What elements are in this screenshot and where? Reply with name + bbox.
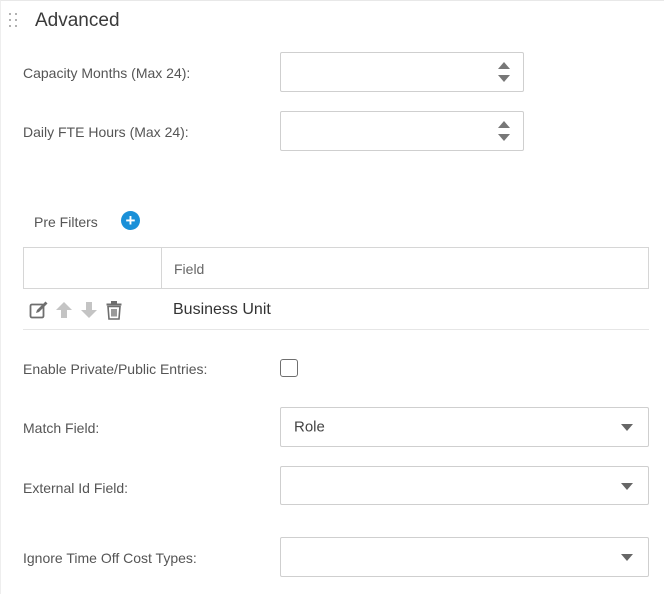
match-field-select[interactable]: Role: [280, 407, 649, 447]
arrow-down-icon[interactable]: [78, 299, 100, 321]
match-field-selected-value: Role: [294, 418, 325, 436]
ignore-time-off-cost-types-select[interactable]: [280, 537, 649, 577]
external-id-field-label: External Id Field:: [23, 480, 129, 496]
section-title: Advanced: [35, 10, 120, 31]
match-field-label: Match Field:: [23, 420, 100, 436]
external-id-field-select[interactable]: [280, 466, 649, 505]
capacity-months-spinner-icon[interactable]: [498, 61, 510, 83]
chevron-down-icon[interactable]: [621, 554, 633, 561]
chevron-down-icon[interactable]: [621, 482, 633, 490]
spinner-down-icon[interactable]: [498, 134, 510, 141]
daily-fte-hours-label: Daily FTE Hours (Max 24):: [23, 124, 189, 140]
table-row: Business Unit: [23, 289, 649, 330]
column-header-field: Field: [174, 261, 205, 277]
plus-circle-icon[interactable]: +: [121, 211, 140, 230]
chevron-down-icon[interactable]: [621, 424, 633, 431]
enable-private-public-checkbox[interactable]: [280, 359, 298, 377]
arrow-up-icon[interactable]: [53, 299, 75, 321]
drag-handle-icon[interactable]: [9, 13, 21, 29]
enable-private-public-label: Enable Private/Public Entries:: [23, 361, 208, 377]
spinner-up-icon[interactable]: [498, 62, 510, 69]
daily-fte-hours-spinner-icon[interactable]: [498, 120, 510, 142]
row-actions: [28, 299, 128, 321]
prefilter-field-value: Business Unit: [173, 301, 271, 318]
capacity-months-label: Capacity Months (Max 24):: [23, 65, 191, 81]
edit-icon[interactable]: [28, 299, 50, 321]
daily-fte-hours-input[interactable]: [280, 111, 524, 151]
spinner-down-icon[interactable]: [498, 75, 510, 82]
ignore-time-off-cost-types-label: Ignore Time Off Cost Types:: [23, 550, 197, 566]
advanced-panel: Advanced Capacity Months (Max 24): Daily…: [0, 0, 664, 594]
prefilters-grid-header: Field: [23, 247, 649, 289]
prefilters-label: Pre Filters: [34, 214, 98, 230]
spinner-up-icon[interactable]: [498, 121, 510, 128]
capacity-months-input[interactable]: [280, 52, 524, 92]
trash-icon[interactable]: [103, 299, 125, 321]
